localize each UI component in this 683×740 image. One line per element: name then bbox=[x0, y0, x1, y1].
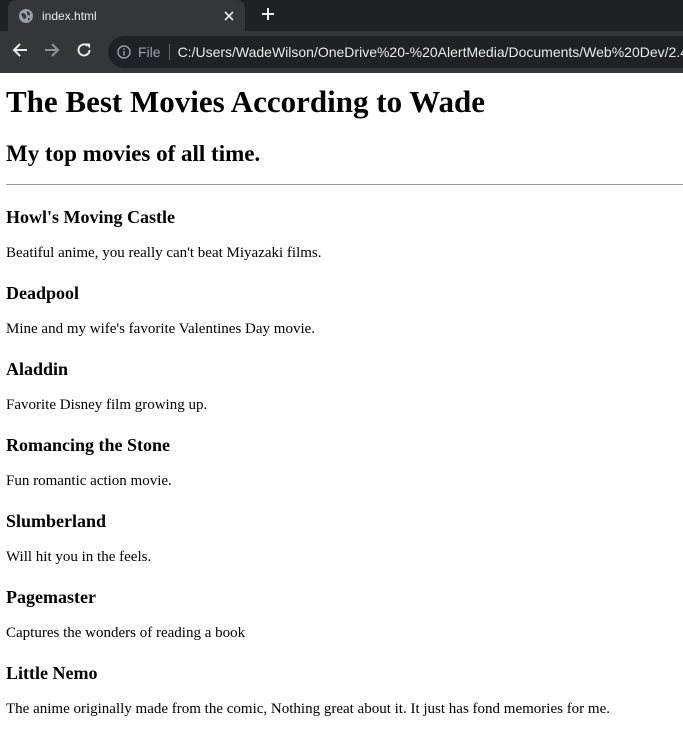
movie-entry: Howl's Moving Castle Beatiful anime, you… bbox=[6, 206, 683, 262]
movie-entry: Pagemaster Captures the wonders of readi… bbox=[6, 586, 683, 642]
divider bbox=[6, 184, 683, 185]
movie-title: Aladdin bbox=[6, 359, 69, 379]
movie-title: Slumberland bbox=[6, 511, 107, 531]
movie-description: Beatiful anime, you really can't beat Mi… bbox=[6, 245, 322, 261]
movie-entry: Little Nemo The anime originally made fr… bbox=[6, 662, 683, 718]
movie-entry: Aladdin Favorite Disney film growing up. bbox=[6, 358, 683, 414]
movie-description: Will hit you in the feels. bbox=[6, 549, 152, 565]
plus-icon bbox=[261, 7, 275, 26]
reload-button[interactable] bbox=[72, 40, 96, 64]
browser-tab-strip: index.html bbox=[0, 0, 683, 31]
movie-description: The anime originally made from the comic… bbox=[6, 701, 611, 717]
reload-icon bbox=[76, 42, 92, 63]
close-icon[interactable] bbox=[219, 6, 239, 26]
page-content: The Best Movies According to Wade My top… bbox=[0, 73, 683, 740]
movie-title: Pagemaster bbox=[6, 587, 96, 607]
new-tab-button[interactable] bbox=[256, 4, 280, 28]
forward-button[interactable] bbox=[40, 40, 64, 64]
movie-description: Captures the wonders of reading a book bbox=[6, 625, 246, 641]
browser-toolbar: File C:/Users/WadeWilson/OneDrive%20-%20… bbox=[0, 31, 683, 73]
address-scheme: File bbox=[138, 44, 161, 60]
movie-description: Mine and my wife's favorite Valentines D… bbox=[6, 321, 316, 337]
movie-description: Favorite Disney film growing up. bbox=[6, 397, 208, 413]
movie-entry: Romancing the Stone Fun romantic action … bbox=[6, 434, 683, 490]
page-title: The Best Movies According to Wade bbox=[6, 84, 486, 119]
movie-title: Deadpool bbox=[6, 283, 80, 303]
movie-title: Romancing the Stone bbox=[6, 435, 171, 455]
arrow-right-icon bbox=[44, 42, 60, 63]
back-button[interactable] bbox=[8, 40, 32, 64]
address-url: C:/Users/WadeWilson/OneDrive%20-%20Alert… bbox=[177, 44, 683, 60]
movie-entry: Slumberland Will hit you in the feels. bbox=[6, 510, 683, 566]
movie-title: Little Nemo bbox=[6, 663, 98, 683]
arrow-left-icon bbox=[12, 42, 28, 63]
address-bar[interactable]: File C:/Users/WadeWilson/OneDrive%20-%20… bbox=[108, 36, 683, 68]
globe-icon bbox=[18, 8, 34, 24]
address-separator bbox=[168, 44, 170, 60]
info-icon[interactable] bbox=[116, 44, 132, 60]
page-subtitle: My top movies of all time. bbox=[6, 141, 261, 166]
tab-title: index.html bbox=[42, 8, 97, 23]
browser-tab[interactable]: index.html bbox=[8, 0, 245, 31]
movie-title: Howl's Moving Castle bbox=[6, 207, 175, 227]
movie-entry: Deadpool Mine and my wife's favorite Val… bbox=[6, 282, 683, 338]
movie-description: Fun romantic action movie. bbox=[6, 473, 172, 489]
